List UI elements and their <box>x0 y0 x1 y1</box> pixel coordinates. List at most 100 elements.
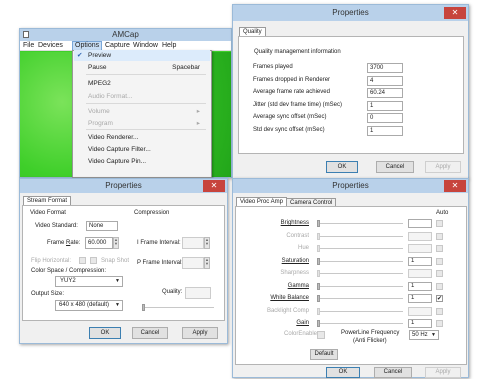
quality-cancel-button[interactable]: Cancel <box>376 161 414 173</box>
close-icon: ✕ <box>210 181 218 190</box>
quality-row-label: Average sync offset (mSec) <box>253 114 327 120</box>
procamp-slider-track <box>317 273 403 274</box>
procamp-auto-checkbox[interactable]: ✔ <box>436 295 443 302</box>
menu-item-label: Volume <box>88 108 110 115</box>
procamp-slider-track <box>317 310 403 312</box>
quality-slider-track <box>144 307 214 308</box>
procamp-auto-checkbox[interactable] <box>436 257 443 265</box>
menu-window[interactable]: Window <box>133 42 158 50</box>
pframe-interval-field[interactable] <box>182 257 204 269</box>
stream-apply-button[interactable]: Apply <box>182 327 218 339</box>
stream-ok-button[interactable]: OK <box>89 327 121 339</box>
pframe-interval-spinner[interactable]: ▲ ▼ <box>204 257 210 269</box>
quality-slider[interactable] <box>142 304 145 311</box>
menu-file[interactable]: File <box>23 42 34 50</box>
procamp-row-value[interactable] <box>408 219 432 228</box>
stream-close-button[interactable]: ✕ <box>203 180 225 192</box>
menu-item-5[interactable]: Program ▸ <box>74 118 210 129</box>
amcap-title-bar[interactable]: AMCap <box>20 29 231 41</box>
frame-rate-label-text: R <box>66 240 71 246</box>
procamp-apply-button[interactable]: Apply <box>425 367 461 378</box>
procamp-row-value[interactable] <box>408 244 432 253</box>
menu-item-7[interactable]: Video Capture Filter... <box>74 144 210 155</box>
procamp-ok-button[interactable]: OK <box>326 367 360 378</box>
quality-row-value: 60.24 <box>367 88 403 98</box>
procamp-row-label: Saturation <box>281 257 309 264</box>
output-size-select[interactable]: 640 x 480 (default) ▼ <box>55 300 123 311</box>
pframe-interval-label: P Frame Interval: <box>137 260 183 266</box>
procamp-auto-checkbox[interactable] <box>436 307 443 315</box>
procamp-title-bar[interactable]: Properties ✕ <box>233 179 468 193</box>
procamp-row-value[interactable] <box>408 269 432 278</box>
stream-cancel-button[interactable]: Cancel <box>132 327 168 339</box>
menu-item-1[interactable]: Pause Spacebar <box>74 62 210 73</box>
procamp-row-value[interactable]: 1 <box>408 294 432 303</box>
snap-shot-checkbox[interactable] <box>90 257 97 264</box>
quality-label: Quality: <box>162 289 183 295</box>
quality-close-button[interactable]: ✕ <box>444 7 466 19</box>
procamp-slider[interactable] <box>317 295 320 302</box>
procamp-auto-checkbox[interactable] <box>436 320 443 327</box>
procamp-slider-track <box>317 285 403 287</box>
procamp-slider[interactable] <box>317 282 320 290</box>
flip-horizontal-checkbox[interactable] <box>79 257 86 264</box>
quality-title-bar[interactable]: Properties ✕ <box>233 5 468 21</box>
procamp-close-button[interactable]: ✕ <box>444 180 466 192</box>
powerline-select[interactable]: 50 Hz ▼ <box>409 330 439 340</box>
iframe-interval-field[interactable] <box>182 237 204 249</box>
procamp-row-value[interactable]: 1 <box>408 319 432 328</box>
chevron-right-icon: ▸ <box>196 120 200 127</box>
menu-item-6[interactable]: Video Renderer... <box>74 132 210 143</box>
color-space-select[interactable]: YUY2 ▼ <box>55 276 123 287</box>
procamp-row-value[interactable] <box>408 306 432 316</box>
procamp-slider[interactable] <box>317 220 320 227</box>
check-icon: ✔ <box>77 52 83 59</box>
menu-devices[interactable]: Devices <box>38 42 63 50</box>
quality-row-label: Jitter (std dev frame time) (mSec) <box>253 101 343 108</box>
procamp-auto-checkbox[interactable] <box>436 245 443 252</box>
menu-item-3[interactable]: Audio Format... <box>74 91 210 102</box>
procamp-row-value[interactable] <box>408 231 432 241</box>
menu-item-2[interactable]: MPEG2 <box>74 78 210 89</box>
default-button[interactable]: Default <box>310 349 338 360</box>
quality-row-label: Average frame rate achieved <box>253 89 330 95</box>
menu-separator <box>86 74 206 75</box>
menu-capture[interactable]: Capture <box>105 42 130 50</box>
procamp-row-label: Hue <box>297 245 309 251</box>
procamp-auto-checkbox[interactable] <box>436 270 443 277</box>
quality-row-label: Std dev sync offset (mSec) <box>253 126 325 133</box>
quality-ok-button[interactable]: OK <box>326 161 358 173</box>
frame-rate-label: Frame Rate: <box>47 240 81 246</box>
menu-item-0[interactable]: ✔ Preview <box>74 50 210 61</box>
powerline-value: 50 Hz <box>412 332 428 338</box>
quality-row-label: Frames played <box>253 64 293 70</box>
procamp-row-value[interactable]: 1 <box>408 256 432 266</box>
iframe-interval-spinner[interactable]: ▲ ▼ <box>204 237 210 249</box>
menu-help[interactable]: Help <box>162 42 176 50</box>
procamp-auto-checkbox[interactable] <box>436 232 443 240</box>
quality-apply-button[interactable]: Apply <box>425 161 461 173</box>
procamp-slider[interactable] <box>317 270 320 277</box>
procamp-cancel-button[interactable]: Cancel <box>374 367 412 378</box>
color-enable-checkbox[interactable] <box>317 331 325 339</box>
menu-item-label: Preview <box>88 52 112 59</box>
procamp-auto-checkbox[interactable] <box>436 220 443 227</box>
quality-field[interactable] <box>185 287 211 299</box>
procamp-slider[interactable] <box>317 232 320 240</box>
stream-title-bar[interactable]: Properties ✕ <box>20 179 227 193</box>
menu-item-8[interactable]: Video Capture Pin... <box>74 156 210 167</box>
procamp-row-value[interactable]: 1 <box>408 281 432 291</box>
procamp-slider[interactable] <box>317 320 320 327</box>
menu-item-4[interactable]: Volume ▸ <box>74 106 210 117</box>
menu-item-shortcut: Spacebar <box>172 64 200 71</box>
quality-row-value: 1 <box>367 125 403 136</box>
procamp-slider[interactable] <box>317 245 320 252</box>
quality-group-title: Quality management information <box>254 49 341 55</box>
frame-rate-field[interactable]: 60.000 <box>85 237 113 249</box>
frame-rate-spinner[interactable]: ▲ ▼ <box>113 237 119 249</box>
procamp-auto-checkbox[interactable] <box>436 282 443 290</box>
menu-item-label: MPEG2 <box>88 80 111 87</box>
procamp-slider[interactable] <box>317 257 320 265</box>
procamp-slider[interactable] <box>317 307 320 315</box>
menu-item-label: Video Capture Filter... <box>88 146 151 153</box>
